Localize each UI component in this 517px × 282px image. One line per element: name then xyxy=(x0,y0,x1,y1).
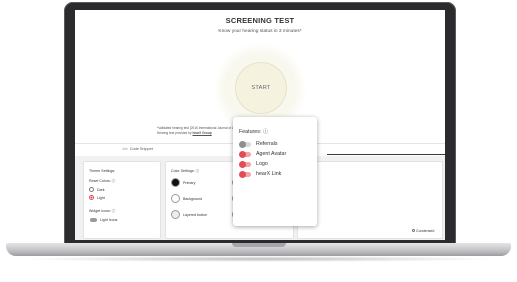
page-title: SCREENING TEST xyxy=(225,16,295,25)
radio-dark-label: Dark xyxy=(97,188,105,192)
radio-dark[interactable] xyxy=(89,187,94,192)
code-icon: </> xyxy=(122,147,128,151)
swatch-background-label: Background xyxy=(183,197,203,201)
toggle-hearx-link[interactable] xyxy=(239,170,251,178)
laptop-hinge-notch xyxy=(232,243,286,247)
swatch-layered-button[interactable] xyxy=(171,210,180,219)
start-button[interactable]: START xyxy=(235,62,287,114)
swatch-primary-label: Primary xyxy=(183,181,196,185)
features-popup: Features: ⓘ Referrals Agent Avatar Logo … xyxy=(233,117,317,226)
radio-light[interactable] xyxy=(89,195,94,200)
toggle-knob xyxy=(239,150,246,158)
radio-light-label: Light xyxy=(97,196,105,200)
reset-colors-label: Reset Colors: ⓘ xyxy=(89,179,116,183)
features-popup-title: Features: ⓘ xyxy=(239,129,269,135)
widget-icons-label: Widget Icons: ⓘ xyxy=(89,209,116,213)
feature-agent-avatar-label: Agent Avatar xyxy=(256,151,287,157)
swatch-background[interactable] xyxy=(171,194,180,203)
laptop-shadow xyxy=(20,256,498,262)
theme-settings-panel: Theme Settings: Reset Colors: ⓘ Dark Lig… xyxy=(83,161,161,239)
color-settings-title: Color Settings: ⓘ xyxy=(171,169,200,173)
radio-condensed[interactable] xyxy=(412,228,415,232)
feature-referrals-label: Referrals xyxy=(256,141,278,147)
toggle-referrals[interactable] xyxy=(239,140,251,148)
footnote-prefix: Hearing test provided by xyxy=(157,130,193,135)
toggle-agent-avatar[interactable] xyxy=(239,150,251,158)
tab-code-snippet[interactable]: </> Code Snippet xyxy=(75,144,200,154)
toggle-knob xyxy=(239,170,246,178)
swatch-layered-button-label: Layered button xyxy=(183,213,207,217)
feature-logo-label: Logo xyxy=(256,161,268,167)
features-panel: Fe Condensed xyxy=(297,161,443,239)
feature-hearx-link-label: hearX Link xyxy=(256,171,282,177)
start-button-label: START xyxy=(251,85,271,91)
page-subtitle: Know your hearing status in 3 minutes* xyxy=(218,29,302,34)
active-tab-indicator xyxy=(327,154,445,155)
theme-settings-title: Theme Settings: xyxy=(89,169,116,173)
layout-condensed-label: Condensed xyxy=(416,229,435,233)
toggle-knob xyxy=(239,160,246,168)
toggle-logo[interactable] xyxy=(239,160,251,168)
swatch-primary[interactable] xyxy=(171,178,180,187)
tab-code-snippet-label: Code Snippet xyxy=(129,147,153,151)
widget-icons-value: Light Icons xyxy=(100,217,118,222)
toggle-knob xyxy=(239,140,246,148)
hearx-group-link[interactable]: hearX Group xyxy=(192,131,211,135)
widget-icons-toggle[interactable] xyxy=(90,218,97,222)
